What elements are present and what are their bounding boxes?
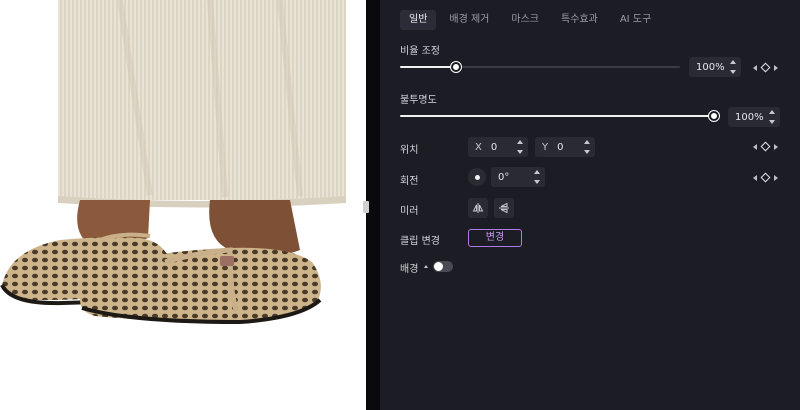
keyframe-diamond-icon[interactable] (760, 62, 771, 73)
next-keyframe-icon[interactable] (774, 64, 778, 71)
stepper-down-icon[interactable] (768, 120, 775, 124)
stepper-up-icon[interactable] (533, 170, 540, 174)
rotation-value: 0° (498, 171, 510, 183)
scale-input[interactable]: 100% (689, 57, 741, 77)
position-x-value: 0 (490, 141, 498, 153)
stepper-up-icon[interactable] (768, 110, 775, 114)
position-x-stepper[interactable] (516, 140, 523, 154)
position-x-prefix: X (475, 141, 482, 153)
position-keyframe-controls (753, 141, 778, 152)
opacity-value: 100% (735, 111, 764, 123)
scale-stepper[interactable] (729, 60, 736, 74)
tab-mask[interactable]: 마스크 (502, 10, 548, 30)
collapse-caret-icon[interactable] (424, 265, 428, 268)
rotation-stepper[interactable] (533, 170, 540, 184)
tab-bar: 일반 배경 제거 마스크 특수효과 AI 도구 (400, 10, 660, 30)
rotation-keyframe-controls (753, 172, 778, 183)
mirror-label: 미러 (400, 206, 419, 217)
prev-keyframe-icon[interactable] (753, 64, 757, 71)
flip-vertical-icon (499, 202, 509, 214)
position-x-input[interactable]: X 0 (468, 137, 528, 157)
stepper-up-icon[interactable] (729, 60, 736, 64)
keyframe-diamond-icon[interactable] (760, 172, 771, 183)
prev-keyframe-icon[interactable] (753, 174, 757, 181)
scale-value: 100% (696, 61, 725, 73)
rotation-dial[interactable] (468, 168, 486, 186)
flip-horizontal-icon (472, 203, 484, 213)
scale-slider[interactable] (400, 62, 680, 72)
next-keyframe-icon[interactable] (774, 143, 778, 150)
position-y-stepper[interactable] (583, 140, 590, 154)
opacity-input[interactable]: 100% (728, 107, 780, 127)
stepper-down-icon[interactable] (729, 70, 736, 74)
scale-slider-thumb[interactable] (451, 62, 461, 72)
stepper-up-icon[interactable] (516, 140, 523, 144)
keyframe-diamond-icon[interactable] (760, 141, 771, 152)
flip-vertical-button[interactable] (494, 198, 514, 218)
background-label: 배경 (400, 264, 419, 275)
scale-slider-fill (400, 66, 456, 68)
stepper-down-icon[interactable] (533, 180, 540, 184)
opacity-stepper[interactable] (768, 110, 775, 124)
divider-drag-handle[interactable] (363, 201, 369, 213)
rotation-label: 회전 (400, 176, 419, 187)
image-preview (0, 0, 366, 410)
opacity-slider[interactable] (400, 111, 719, 121)
clip-change-label: 클립 변경 (400, 236, 440, 247)
position-y-input[interactable]: Y 0 (535, 137, 595, 157)
stepper-up-icon[interactable] (583, 140, 590, 144)
next-keyframe-icon[interactable] (774, 174, 778, 181)
opacity-slider-fill (400, 115, 714, 117)
tab-background-removal[interactable]: 배경 제거 (440, 10, 498, 30)
scale-label: 비율 조정 (400, 46, 440, 57)
stepper-down-icon[interactable] (583, 150, 590, 154)
properties-panel: 일반 배경 제거 마스크 특수효과 AI 도구 비율 조정 100% 불투명도 … (380, 0, 800, 410)
opacity-slider-thumb[interactable] (709, 111, 719, 121)
opacity-label: 불투명도 (400, 95, 437, 106)
background-toggle[interactable] (433, 261, 453, 272)
preview-photo (0, 0, 346, 325)
rotation-input[interactable]: 0° (491, 167, 545, 187)
tab-ai-tools[interactable]: AI 도구 (611, 10, 660, 30)
tab-effects[interactable]: 특수효과 (552, 10, 607, 30)
clip-change-button[interactable]: 변경 (468, 229, 522, 247)
position-y-prefix: Y (542, 141, 549, 153)
scale-keyframe-controls (753, 62, 778, 73)
stepper-down-icon[interactable] (516, 150, 523, 154)
position-y-value: 0 (557, 141, 564, 153)
prev-keyframe-icon[interactable] (753, 143, 757, 150)
tab-general[interactable]: 일반 (400, 10, 437, 30)
position-label: 위치 (400, 145, 419, 156)
flip-horizontal-button[interactable] (468, 198, 488, 218)
